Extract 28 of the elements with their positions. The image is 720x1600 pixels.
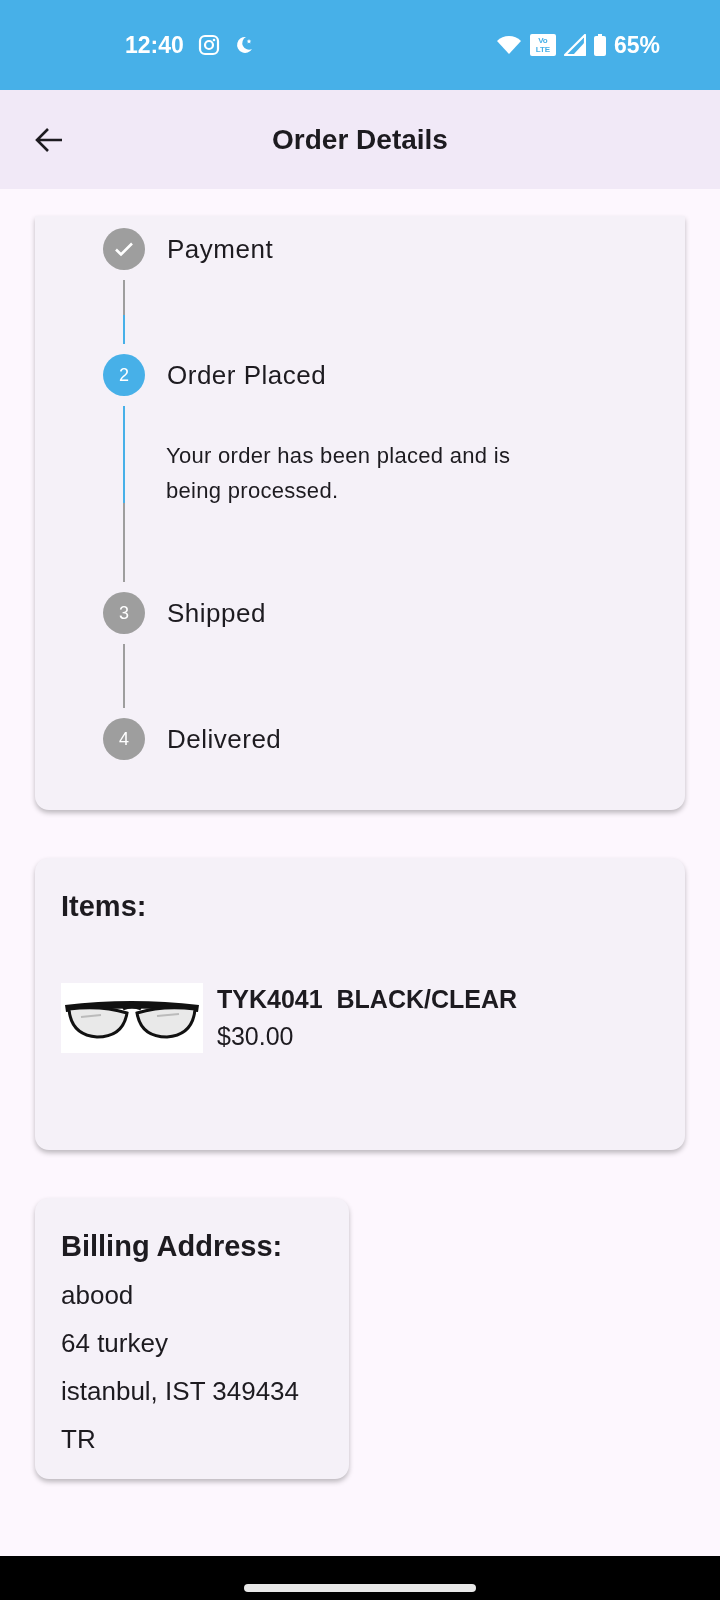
camera-icon: [197, 34, 220, 56]
step-description: Your order has been placed and is being processed.: [166, 442, 512, 505]
address-line: abood: [61, 1280, 135, 1311]
step-marker: 2: [103, 354, 145, 396]
wifi-icon: [495, 35, 522, 55]
step-label: Order Placed: [167, 359, 327, 391]
home-handle[interactable]: [244, 1584, 476, 1592]
step-label: Shipped: [167, 597, 266, 629]
network-badge: Vo LTE: [529, 34, 556, 56]
product-name: TYK4041 BLACK/CLEAR: [217, 985, 518, 1014]
address-line: istanbul, IST 349434: [61, 1376, 301, 1407]
billing-heading: Billing Address:: [61, 1230, 284, 1263]
battery-icon: [593, 34, 606, 56]
step-label: Delivered: [167, 723, 282, 755]
items-heading: Items:: [61, 890, 148, 923]
signal-icon: [563, 34, 586, 56]
connector-line: [123, 644, 125, 708]
battery-level: 65%: [613, 31, 660, 59]
address-line: 64 turkey: [61, 1328, 169, 1359]
product-price: $30.00: [217, 1022, 295, 1051]
step-marker: 3: [103, 592, 145, 634]
connector-line: [123, 280, 125, 344]
page-title: Order Details: [271, 123, 449, 156]
clock: 12:40: [125, 31, 184, 59]
step-marker: 4: [103, 718, 145, 760]
back-arrow-icon: [34, 126, 64, 153]
step-label: Payment: [167, 233, 274, 265]
address-line: TR: [61, 1424, 97, 1455]
